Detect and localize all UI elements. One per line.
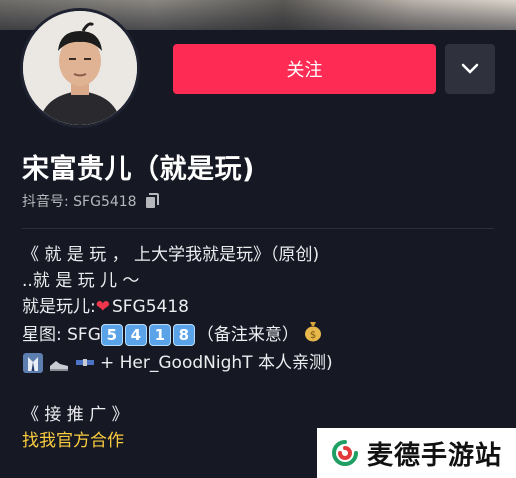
bio-line: 就是玩儿: ❤ SFG5418 (22, 294, 333, 320)
bio-line-suffix: （备注来意） (196, 325, 299, 345)
more-options-button[interactable] (445, 44, 495, 94)
official-cooperation-link[interactable]: 找我官方合作 (22, 428, 333, 454)
bio-line-text: + Her_GoodNighT 本人亲测) (100, 353, 333, 373)
chevron-down-icon (461, 63, 479, 74)
follow-button[interactable]: 关注 (173, 44, 436, 94)
heart-icon: ❤ (95, 297, 110, 317)
bio-line: 星图: SFG 5 4 1 8 （备注来意） $ (22, 320, 333, 350)
money-bag-icon: $ (303, 320, 323, 350)
bio-line-value: SFG5418 (111, 297, 189, 317)
bio-line: 《 接 推 广 》 (22, 405, 129, 425)
digit-badge: 4 (124, 324, 147, 346)
satellite-icon (74, 352, 96, 374)
divider (22, 228, 494, 229)
site-watermark: 麦德手游站 (317, 428, 516, 478)
bio-blank-line (22, 376, 333, 402)
douyin-id-row: 抖音号: SFG5418 (22, 191, 159, 211)
bio-line: 《 就 是 玩 ， 上大学我就是玩》（原创) (22, 245, 320, 265)
bio-line-label: 星图: SFG (22, 325, 101, 345)
avatar[interactable] (20, 8, 140, 128)
site-logo-icon (332, 440, 358, 466)
douyin-id: 抖音号: SFG5418 (22, 194, 137, 210)
bio-line: + Her_GoodNighT 本人亲测) (22, 350, 333, 376)
profile-bio: 《 就 是 玩 ， 上大学我就是玩》（原创) ..就 是 玩 儿 ～ 就是玩儿:… (22, 242, 333, 454)
copy-icon[interactable] (145, 193, 159, 209)
digit-badge: 8 (172, 324, 195, 346)
digit-badge: 5 (100, 324, 123, 346)
svg-text:$: $ (310, 330, 316, 341)
display-name: 宋富贵儿（就是玩) (22, 154, 255, 185)
bio-line-label: 就是玩儿: (22, 297, 96, 317)
suit-icon (22, 352, 44, 374)
bio-line: ..就 是 玩 儿 ～ (22, 271, 140, 291)
sneaker-icon (48, 352, 70, 374)
digit-badge: 1 (148, 324, 171, 346)
watermark-text: 麦德手游站 (367, 440, 503, 471)
